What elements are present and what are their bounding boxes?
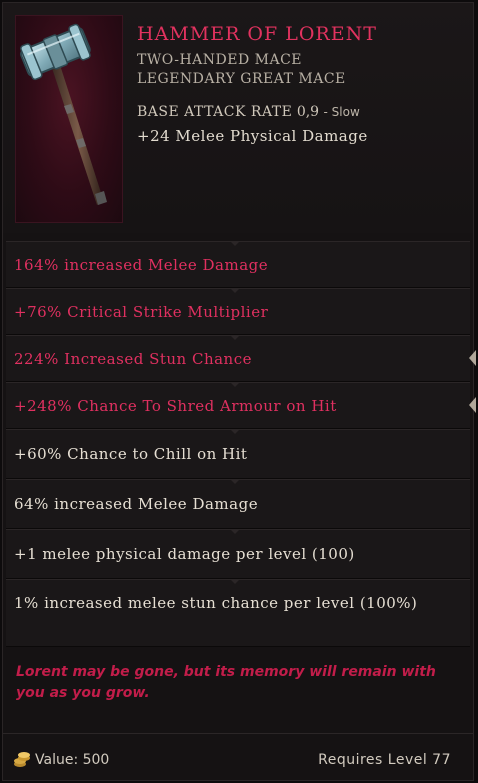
item-footer: Value: 500 Requires Level 77 xyxy=(3,733,473,783)
affix-row: +1 melee physical damage per level (100) xyxy=(6,529,470,579)
item-name: Hammer of Lorent xyxy=(137,23,377,45)
item-tooltip: Hammer of Lorent Two-Handed Mace Legenda… xyxy=(2,2,476,783)
hammer-icon xyxy=(20,23,107,205)
implicit-affix: +24 Melee Physical Damage xyxy=(137,127,368,145)
item-header: Hammer of Lorent Two-Handed Mace Legenda… xyxy=(3,3,473,233)
affix-row: 1% increased melee stun chance per level… xyxy=(6,579,470,647)
attack-rate-speed: - Slow xyxy=(323,105,360,119)
level-requirement: Requires Level 77 xyxy=(318,752,451,768)
affix-row: +248% Chance To Shred Armour on Hit xyxy=(6,382,476,429)
coin-stack-icon xyxy=(14,752,30,767)
row-divider-notch xyxy=(230,479,240,484)
affix-row: 224% Increased Stun Chance xyxy=(6,335,476,382)
row-divider-notch xyxy=(230,241,240,246)
item-value: Value: 500 xyxy=(35,752,110,768)
lore-text: Lorent may be gone, but its memory will … xyxy=(16,664,436,701)
affix-row: 164% increased Melee Damage xyxy=(6,241,470,288)
affix-row: +76% Critical Strike Multiplier xyxy=(6,288,470,335)
attack-rate: Base Attack Rate 0,9 - Slow xyxy=(137,104,360,120)
row-divider-notch xyxy=(230,529,240,534)
row-divider-notch xyxy=(230,335,240,340)
affix-text: +60% Chance to Chill on Hit xyxy=(14,445,248,463)
item-base: Legendary Great Mace xyxy=(137,71,346,87)
row-divider-notch xyxy=(230,382,240,387)
item-image xyxy=(15,15,123,223)
affix-text: +76% Critical Strike Multiplier xyxy=(14,302,269,321)
attack-rate-value: 0,9 xyxy=(296,104,320,120)
row-divider-notch xyxy=(230,429,240,434)
item-type: Two-Handed Mace xyxy=(137,52,303,68)
row-divider-notch xyxy=(230,288,240,293)
affix-text: 164% increased Melee Damage xyxy=(14,255,269,274)
affix-row: +60% Chance to Chill on Hit xyxy=(6,429,470,479)
affix-text: 224% Increased Stun Chance xyxy=(14,349,252,368)
attack-rate-label: Base Attack Rate xyxy=(137,104,293,120)
affix-text: 64% increased Melee Damage xyxy=(14,495,259,513)
affix-text: +248% Chance To Shred Armour on Hit xyxy=(14,396,337,415)
affix-text: 1% increased melee stun chance per level… xyxy=(14,594,418,612)
row-divider-notch xyxy=(230,579,240,584)
scroll-arrow-icon[interactable] xyxy=(469,397,476,413)
affix-row: 64% increased Melee Damage xyxy=(6,479,470,529)
scroll-arrow-icon[interactable] xyxy=(469,350,476,366)
affix-text: +1 melee physical damage per level (100) xyxy=(14,545,355,563)
